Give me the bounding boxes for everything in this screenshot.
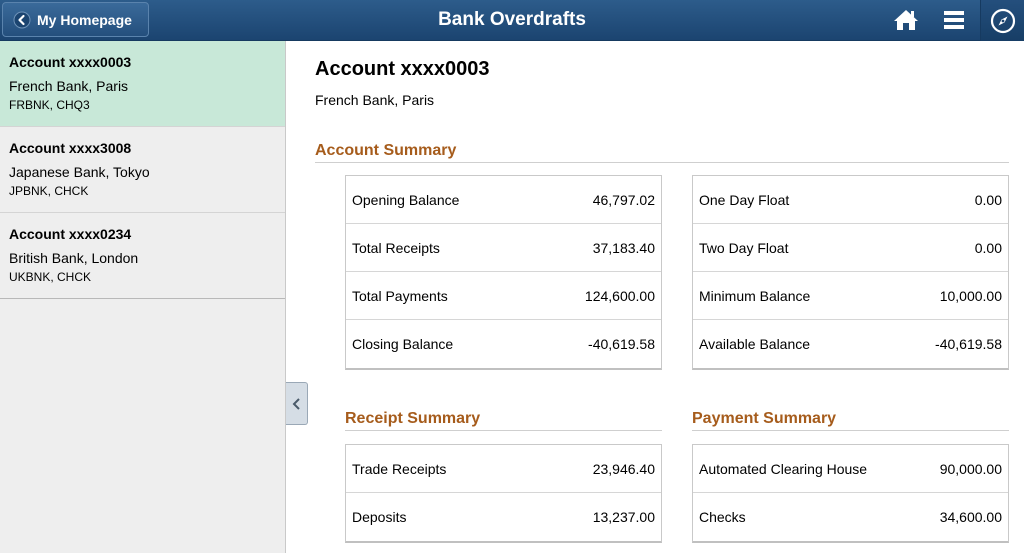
receipt-summary-heading: Receipt Summary xyxy=(345,410,481,427)
row-value: 0.00 xyxy=(974,191,1002,208)
account-item-code: FRBNK, CHQ3 xyxy=(9,98,90,112)
menu-icon xyxy=(944,11,964,29)
header-bar: My Homepage Bank Overdrafts xyxy=(0,0,1024,41)
account-list-item[interactable]: Account xxxx3008 Japanese Bank, Tokyo JP… xyxy=(0,127,285,213)
row-label: Opening Balance xyxy=(352,191,460,208)
account-detail-title: Account xxxx0003 xyxy=(315,58,490,80)
summary-row: One Day Float 0.00 xyxy=(693,176,1008,224)
summary-row: Closing Balance -40,619.58 xyxy=(346,320,661,368)
account-item-title: Account xxxx3008 xyxy=(9,140,132,156)
row-value: -40,619.58 xyxy=(935,336,1002,352)
row-value: 90,000.00 xyxy=(939,460,1002,477)
account-item-bank: British Bank, London xyxy=(9,250,139,266)
row-label: Trade Receipts xyxy=(352,460,447,477)
summary-row: Available Balance -40,619.58 xyxy=(693,320,1008,368)
home-button[interactable] xyxy=(888,4,924,36)
account-summary-left-grid: Opening Balance 46,797.02 Total Receipts… xyxy=(345,175,662,370)
section-divider xyxy=(315,162,1009,163)
account-summary-right-grid: One Day Float 0.00 Two Day Float 0.00 Mi… xyxy=(692,175,1009,370)
account-detail-bank: French Bank, Paris xyxy=(315,92,435,108)
account-detail-panel: Account xxxx0003 French Bank, Paris Acco… xyxy=(287,41,1024,553)
row-value: 37,183.40 xyxy=(592,239,655,256)
actions-menu-button[interactable] xyxy=(936,4,972,36)
section-divider xyxy=(345,430,662,431)
summary-row: Total Receipts 37,183.40 xyxy=(346,224,661,272)
summary-row: Trade Receipts 23,946.40 xyxy=(346,445,661,493)
my-homepage-label: My Homepage xyxy=(37,11,132,28)
section-divider xyxy=(692,430,1009,431)
summary-row: Opening Balance 46,797.02 xyxy=(346,176,661,224)
row-label: One Day Float xyxy=(699,191,790,208)
summary-row: Deposits 13,237.00 xyxy=(346,493,661,541)
account-item-title: Account xxxx0003 xyxy=(9,54,132,70)
row-value: 23,946.40 xyxy=(592,460,655,477)
row-value: -40,619.58 xyxy=(588,336,655,352)
account-item-title: Account xxxx0234 xyxy=(9,226,132,242)
row-value: 0.00 xyxy=(974,239,1002,256)
row-value: 46,797.02 xyxy=(592,191,655,208)
payment-summary-heading: Payment Summary xyxy=(692,410,837,427)
row-label: Automated Clearing House xyxy=(699,460,868,477)
row-label: Checks xyxy=(699,509,746,525)
my-homepage-button[interactable]: My Homepage xyxy=(2,2,149,37)
row-label: Total Receipts xyxy=(352,239,440,256)
summary-row: Two Day Float 0.00 xyxy=(693,224,1008,272)
navbar-compass-icon xyxy=(990,8,1015,33)
summary-row: Minimum Balance 10,000.00 xyxy=(693,272,1008,320)
account-list-item[interactable]: Account xxxx0234 British Bank, London UK… xyxy=(0,213,285,299)
row-value: 34,600.00 xyxy=(939,509,1002,525)
account-list-item[interactable]: Account xxxx0003 French Bank, Paris FRBN… xyxy=(0,41,285,127)
row-label: Minimum Balance xyxy=(699,287,811,304)
row-label: Deposits xyxy=(352,509,407,525)
home-icon xyxy=(894,10,918,30)
account-item-code: UKBNK, CHCK xyxy=(9,270,92,284)
summary-row: Automated Clearing House 90,000.00 xyxy=(693,445,1008,493)
page-title: Bank Overdrafts xyxy=(438,9,586,30)
account-list-panel: Account xxxx0003 French Bank, Paris FRBN… xyxy=(0,41,286,553)
account-item-code: JPBNK, CHCK xyxy=(9,184,89,198)
summary-row: Total Payments 124,600.00 xyxy=(346,272,661,320)
summary-row: Checks 34,600.00 xyxy=(693,493,1008,541)
account-summary-heading: Account Summary xyxy=(315,142,457,159)
chevron-left-icon xyxy=(13,11,31,28)
payment-summary-grid: Automated Clearing House 90,000.00 Check… xyxy=(692,444,1009,543)
row-value: 124,600.00 xyxy=(584,287,655,304)
row-value: 10,000.00 xyxy=(939,287,1002,304)
row-label: Two Day Float xyxy=(699,239,789,256)
row-label: Closing Balance xyxy=(352,336,454,352)
row-value: 13,237.00 xyxy=(592,509,655,525)
navbar-button[interactable] xyxy=(980,0,1024,41)
row-label: Total Payments xyxy=(352,287,448,304)
receipt-summary-grid: Trade Receipts 23,946.40 Deposits 13,237… xyxy=(345,444,662,543)
account-item-bank: French Bank, Paris xyxy=(9,78,129,94)
account-item-bank: Japanese Bank, Tokyo xyxy=(9,164,150,180)
row-label: Available Balance xyxy=(699,336,811,352)
